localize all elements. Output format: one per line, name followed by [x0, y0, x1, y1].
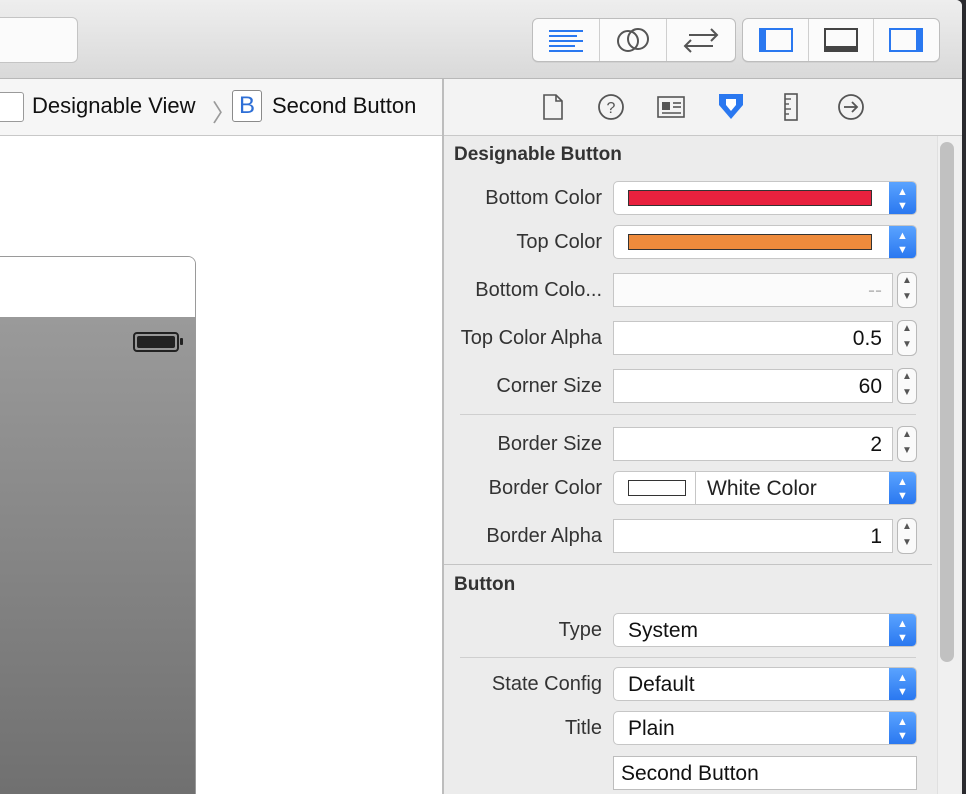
section-separator — [444, 564, 932, 565]
state-config-popup[interactable]: Default ▲ ▼ — [613, 667, 917, 701]
type-label: Type — [558, 619, 602, 641]
group-separator — [460, 414, 916, 415]
type-popup[interactable]: System ▲ ▼ — [613, 613, 917, 647]
border-color-name: White Color — [707, 477, 817, 500]
title-type-popup[interactable]: Plain ▲ ▼ — [613, 711, 917, 745]
top-color-swatch — [628, 234, 872, 250]
border-alpha-value: 1 — [870, 525, 882, 548]
top-color-alpha-value: 0.5 — [852, 327, 882, 350]
bottom-color-alpha-label: Bottom Colo... — [475, 279, 602, 301]
toolbar — [0, 0, 962, 79]
type-value: System — [628, 619, 699, 642]
title-type-value: Plain — [628, 717, 675, 740]
chevron-updown-icon: ▲ ▼ — [889, 614, 916, 646]
border-size-label: Border Size — [497, 433, 603, 455]
breadcrumb-second-button[interactable]: Second Button — [272, 93, 416, 119]
top-color-alpha-label: Top Color Alpha — [460, 327, 602, 349]
chevron-updown-icon: ▲ ▼ — [889, 712, 916, 744]
corner-size-label: Corner Size — [496, 375, 602, 397]
title-text-field[interactable]: Second Button — [613, 756, 917, 790]
popup-divider — [695, 472, 696, 504]
title-label: Title — [564, 717, 602, 739]
top-color-alpha-stepper[interactable]: ▲ ▼ — [897, 320, 917, 356]
state-config-label: State Config — [491, 673, 602, 695]
bottom-color-label: Bottom Color — [485, 187, 602, 209]
identity-inspector-icon[interactable] — [654, 91, 688, 123]
corner-size-field[interactable]: 60 — [613, 369, 893, 403]
bottom-color-popup[interactable]: ▲ ▼ — [613, 181, 917, 215]
border-size-field[interactable]: 2 — [613, 427, 893, 461]
border-alpha-field[interactable]: 1 — [613, 519, 893, 553]
corner-size-value: 60 — [858, 375, 882, 398]
xcode-window: Designable View 〉 B Second Button ? Desi… — [0, 0, 962, 794]
border-size-value: 2 — [870, 433, 882, 456]
top-color-alpha-field[interactable]: 0.5 — [613, 321, 893, 355]
chevron-updown-icon: ▲ ▼ — [889, 182, 916, 214]
view-controller-scene[interactable] — [0, 256, 196, 794]
storyboard-canvas[interactable] — [0, 136, 442, 794]
top-color-label: Top Color — [516, 231, 602, 253]
jump-bar: Designable View 〉 B Second Button — [0, 79, 442, 136]
breadcrumb-designable-view[interactable]: Designable View — [32, 93, 195, 119]
size-inspector-icon[interactable] — [774, 91, 808, 123]
bottom-color-alpha-placeholder: -- — [868, 279, 882, 302]
debug-area-toggle-icon[interactable] — [809, 19, 874, 61]
border-color-label: Border Color — [488, 477, 602, 499]
utilities-toggle-icon[interactable] — [874, 19, 939, 61]
version-editor-icon[interactable] — [667, 19, 735, 61]
bottom-color-swatch — [628, 190, 872, 206]
inspector-selector-bar: ? — [444, 79, 962, 136]
bottom-color-alpha-field[interactable]: -- — [613, 273, 893, 307]
activity-field[interactable] — [0, 17, 78, 63]
assistant-editor-icon[interactable] — [600, 19, 667, 61]
chevron-updown-icon: ▲ ▼ — [889, 668, 916, 700]
button-section-title: Button — [454, 574, 516, 595]
scene-title-bar — [0, 257, 195, 318]
view-crumb-icon — [0, 92, 24, 122]
attributes-inspector-icon[interactable] — [714, 91, 748, 123]
navigator-toggle-icon[interactable] — [743, 19, 810, 61]
top-color-popup[interactable]: ▲ ▼ — [613, 225, 917, 259]
attributes-inspector: Designable Button Bottom Color ▲ ▼ Top Co… — [444, 136, 962, 794]
battery-icon — [133, 332, 183, 352]
border-color-swatch — [628, 480, 686, 496]
border-size-stepper[interactable]: ▲ ▼ — [897, 426, 917, 462]
designable-button-section-title: Designable Button — [454, 144, 622, 165]
scrollbar-thumb[interactable] — [940, 142, 954, 662]
bottom-color-alpha-stepper[interactable]: ▲ ▼ — [897, 272, 917, 308]
border-alpha-stepper[interactable]: ▲ ▼ — [897, 518, 917, 554]
connections-inspector-icon[interactable] — [834, 91, 868, 123]
svg-text:?: ? — [607, 100, 616, 117]
border-color-popup[interactable]: White Color ▲ ▼ — [613, 471, 917, 505]
chevron-updown-icon: ▲ ▼ — [889, 472, 916, 504]
designable-view[interactable] — [0, 318, 195, 794]
quick-help-icon[interactable]: ? — [594, 91, 628, 123]
state-config-value: Default — [628, 673, 695, 696]
scroll-track[interactable] — [937, 136, 960, 794]
corner-size-stepper[interactable]: ▲ ▼ — [897, 368, 917, 404]
editor-mode-control — [532, 18, 736, 62]
title-text-value: Second Button — [621, 762, 759, 785]
chevron-updown-icon: ▲ ▼ — [889, 226, 916, 258]
group-separator — [460, 657, 916, 658]
button-crumb-icon: B — [232, 90, 262, 122]
standard-editor-icon[interactable] — [533, 19, 600, 61]
border-alpha-label: Border Alpha — [486, 525, 602, 547]
file-inspector-icon[interactable] — [536, 91, 570, 123]
view-toggle-control — [742, 18, 940, 62]
